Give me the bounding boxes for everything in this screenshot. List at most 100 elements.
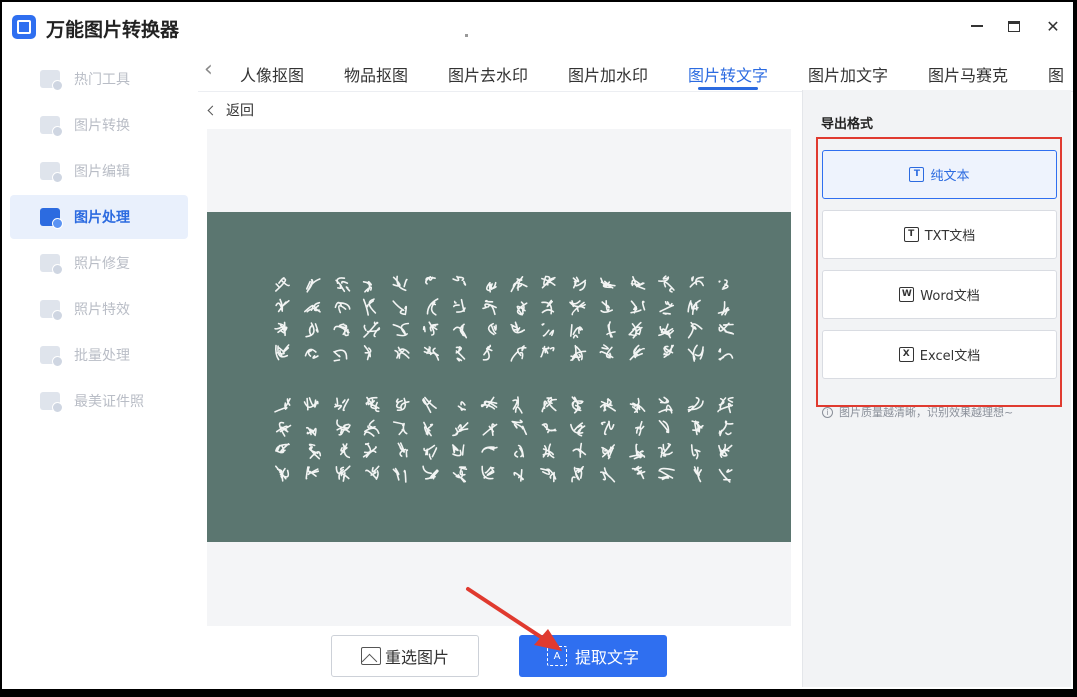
calligraphy-glyph <box>487 322 497 336</box>
calligraphy-glyph <box>334 397 350 412</box>
calligraphy-glyph <box>571 396 584 414</box>
calligraphy-glyph <box>397 442 409 458</box>
sidebar-item-id-photo[interactable]: 最美证件照 <box>10 379 188 423</box>
calligraphy-glyph <box>452 466 468 483</box>
active-tab-indicator <box>698 87 758 90</box>
tab-add-text[interactable]: 图片加文字 <box>808 62 888 86</box>
format-excel-option[interactable]: X Excel文档 <box>822 330 1057 379</box>
calligraphy-glyph <box>510 345 527 362</box>
format-label: 纯文本 <box>930 169 970 184</box>
calligraphy-glyph <box>687 396 704 413</box>
sidebar-item-image-edit[interactable]: 图片编辑 <box>10 149 188 193</box>
tab-remove-watermark[interactable]: 图片去水印 <box>448 62 528 86</box>
calligraphy-glyph <box>541 275 556 289</box>
calligraphy-glyph <box>541 423 557 434</box>
calligraphy-glyph <box>340 443 351 459</box>
sidebar-item-photo-repair[interactable]: 照片修复 <box>10 241 188 285</box>
hint-text: 图片质量越清晰，识别效果越理想~ <box>839 406 1014 419</box>
sidebar-item-label: 图片编辑 <box>74 164 130 180</box>
calligraphy-glyph <box>570 344 587 362</box>
tab-portrait-cutout[interactable]: 人像抠图 <box>240 62 304 86</box>
calligraphy-glyph <box>600 420 615 436</box>
calligraphy-glyph <box>689 276 704 288</box>
reselect-image-button[interactable]: 重选图片 <box>331 635 479 677</box>
decorative-dot <box>465 34 468 37</box>
calligraphy-glyph <box>365 465 380 480</box>
calligraphy-glyph <box>480 396 498 410</box>
format-word-option[interactable]: W Word文档 <box>822 270 1057 319</box>
calligraphy-glyph <box>601 444 615 460</box>
maximize-icon <box>1008 20 1020 32</box>
calligraphy-glyph <box>631 465 646 480</box>
minimize-icon <box>971 25 983 27</box>
sidebar-item-photo-effect[interactable]: 照片特效 <box>10 287 188 331</box>
quality-hint: i 图片质量越清晰，识别效果越理想~ <box>822 404 1013 420</box>
calligraphy-glyph <box>658 323 675 339</box>
sidebar-item-image-process[interactable]: 图片处理 <box>10 195 188 239</box>
calligraphy-glyph <box>274 321 288 337</box>
tab-more[interactable]: 图 <box>1048 62 1064 86</box>
back-link[interactable]: 返回 <box>206 100 254 120</box>
calligraphy-glyph <box>423 421 434 437</box>
sidebar-item-hot-tools[interactable]: 热门工具 <box>10 57 188 101</box>
calligraphy-glyph <box>512 396 523 414</box>
calligraphy-glyph <box>305 322 319 338</box>
close-icon: ✕ <box>1046 16 1060 36</box>
image-process-icon <box>40 208 63 229</box>
sidebar-item-label: 最美证件照 <box>74 394 144 410</box>
calligraphy-glyph <box>452 275 467 286</box>
calligraphy-glyph <box>718 468 733 483</box>
calligraphy-glyph <box>657 442 673 458</box>
calligraphy-glyph <box>718 348 734 361</box>
maximize-button[interactable] <box>999 14 1029 38</box>
calligraphy-glyph <box>362 280 373 293</box>
calligraphy-glyph <box>663 344 674 358</box>
calligraphy-glyph <box>422 321 439 336</box>
tab-object-cutout[interactable]: 物品抠图 <box>344 62 408 86</box>
calligraphy-glyph <box>717 301 730 316</box>
tab-image-to-text[interactable]: 图片转文字 <box>688 62 768 86</box>
calligraphy-glyph <box>629 344 645 361</box>
calligraphy-glyph <box>335 465 351 482</box>
format-label: Excel文档 <box>919 349 981 364</box>
tab-mosaic[interactable]: 图片马赛克 <box>928 62 1008 86</box>
calligraphy-glyph <box>541 323 555 337</box>
tab-add-watermark[interactable]: 图片加水印 <box>568 62 648 86</box>
calligraphy-glyph <box>275 298 290 313</box>
red-arrow-annotation <box>466 587 562 651</box>
calligraphy-glyph <box>274 397 291 413</box>
word-icon: W <box>899 287 915 302</box>
sidebar-item-label: 热门工具 <box>74 72 130 88</box>
sidebar-item-label: 批量处理 <box>74 348 130 364</box>
calligraphy-glyph <box>308 443 322 460</box>
calligraphy-glyph <box>572 276 587 291</box>
calligraphy-glyph <box>569 300 586 316</box>
txt-icon: T <box>903 227 919 242</box>
sidebar-item-image-convert[interactable]: 图片转换 <box>10 103 188 147</box>
calligraphy-glyph <box>510 276 528 293</box>
calligraphy-glyph <box>635 420 645 436</box>
calligraphy-glyph <box>541 299 555 315</box>
title-bar: 万能图片转换器 ✕ <box>2 2 1073 48</box>
sidebar-item-batch[interactable]: 批量处理 <box>10 333 188 377</box>
extract-label: 提取文字 <box>574 648 639 667</box>
text-icon: T <box>909 167 925 182</box>
format-plain-text-option[interactable]: T 纯文本 <box>822 150 1057 199</box>
minimize-button[interactable] <box>962 14 992 38</box>
calligraphy-glyph <box>336 419 351 436</box>
chevron-left-icon[interactable]: ‹ <box>204 59 213 81</box>
format-txt-option[interactable]: T TXT文档 <box>822 210 1057 259</box>
grid-icon <box>40 70 63 91</box>
calligraphy-glyph <box>394 346 410 359</box>
close-button[interactable]: ✕ <box>1038 14 1068 38</box>
calligraphy-glyph <box>395 397 410 412</box>
calligraphy-glyph <box>426 298 439 316</box>
calligraphy-glyph <box>629 397 646 413</box>
sidebar-item-label: 照片特效 <box>74 302 130 318</box>
calligraphy-glyph <box>304 301 321 313</box>
calligraphy-glyph <box>363 419 380 437</box>
chevron-left-icon <box>207 105 218 115</box>
sidebar-item-label: 图片转换 <box>74 118 130 134</box>
calligraphy-glyph <box>423 444 438 460</box>
calligraphy-glyph <box>304 348 319 359</box>
